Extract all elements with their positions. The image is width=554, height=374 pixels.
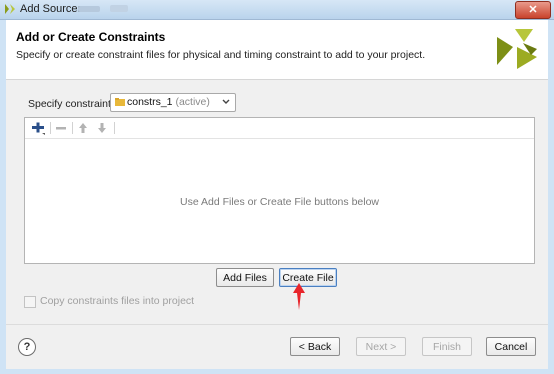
toolbar-separator (50, 122, 51, 134)
constraint-files-list[interactable]: Use Add Files or Create File buttons bel… (24, 117, 535, 264)
arrow-up-icon[interactable] (75, 120, 91, 136)
annotation-arrow-icon (293, 283, 305, 310)
back-button[interactable]: < Back (290, 337, 340, 356)
arrow-down-icon[interactable] (94, 120, 110, 136)
title-blur (78, 6, 100, 12)
add-files-button[interactable]: Add Files (216, 268, 274, 287)
add-sources-dialog: Add Sources ✕ Add or Create Constraints … (0, 0, 554, 374)
minus-icon[interactable] (53, 120, 69, 136)
close-button[interactable]: ✕ (515, 1, 551, 19)
finish-button[interactable]: Finish (422, 337, 472, 356)
copy-constraints-checkbox[interactable] (24, 296, 36, 308)
folder-icon (115, 98, 125, 106)
constraint-set-dropdown[interactable]: constrs_1 (active) (110, 93, 236, 112)
plus-icon[interactable] (30, 120, 46, 136)
constraint-set-status: (active) (175, 96, 210, 108)
wizard-header: Add or Create Constraints Specify or cre… (6, 20, 548, 80)
files-toolbar (25, 118, 534, 139)
vivado-logo-icon (497, 29, 537, 69)
toolbar-separator (114, 122, 115, 134)
empty-list-message: Use Add Files or Create File buttons bel… (179, 196, 379, 208)
page-title: Add or Create Constraints (16, 30, 166, 44)
next-button[interactable]: Next > (356, 337, 406, 356)
constraint-set-value: constrs_1 (127, 96, 173, 108)
toolbar-separator (72, 122, 73, 134)
title-bar[interactable]: Add Sources ✕ (0, 0, 554, 20)
help-button[interactable]: ? (18, 338, 36, 356)
wizard-footer: ? < Back Next > Finish Cancel (6, 324, 548, 369)
window-title: Add Sources (20, 3, 83, 15)
constraints-panel: Specify constraint set: constrs_1 (activ… (6, 80, 548, 324)
copy-constraints-label: Copy constraints files into project (40, 295, 195, 307)
chevron-down-icon (222, 99, 230, 104)
create-file-button[interactable]: Create File (279, 268, 337, 287)
page-subtitle: Specify or create constraint files for p… (16, 49, 426, 61)
title-blur (110, 5, 128, 12)
app-logo-icon (5, 4, 15, 14)
cancel-button[interactable]: Cancel (486, 337, 536, 356)
